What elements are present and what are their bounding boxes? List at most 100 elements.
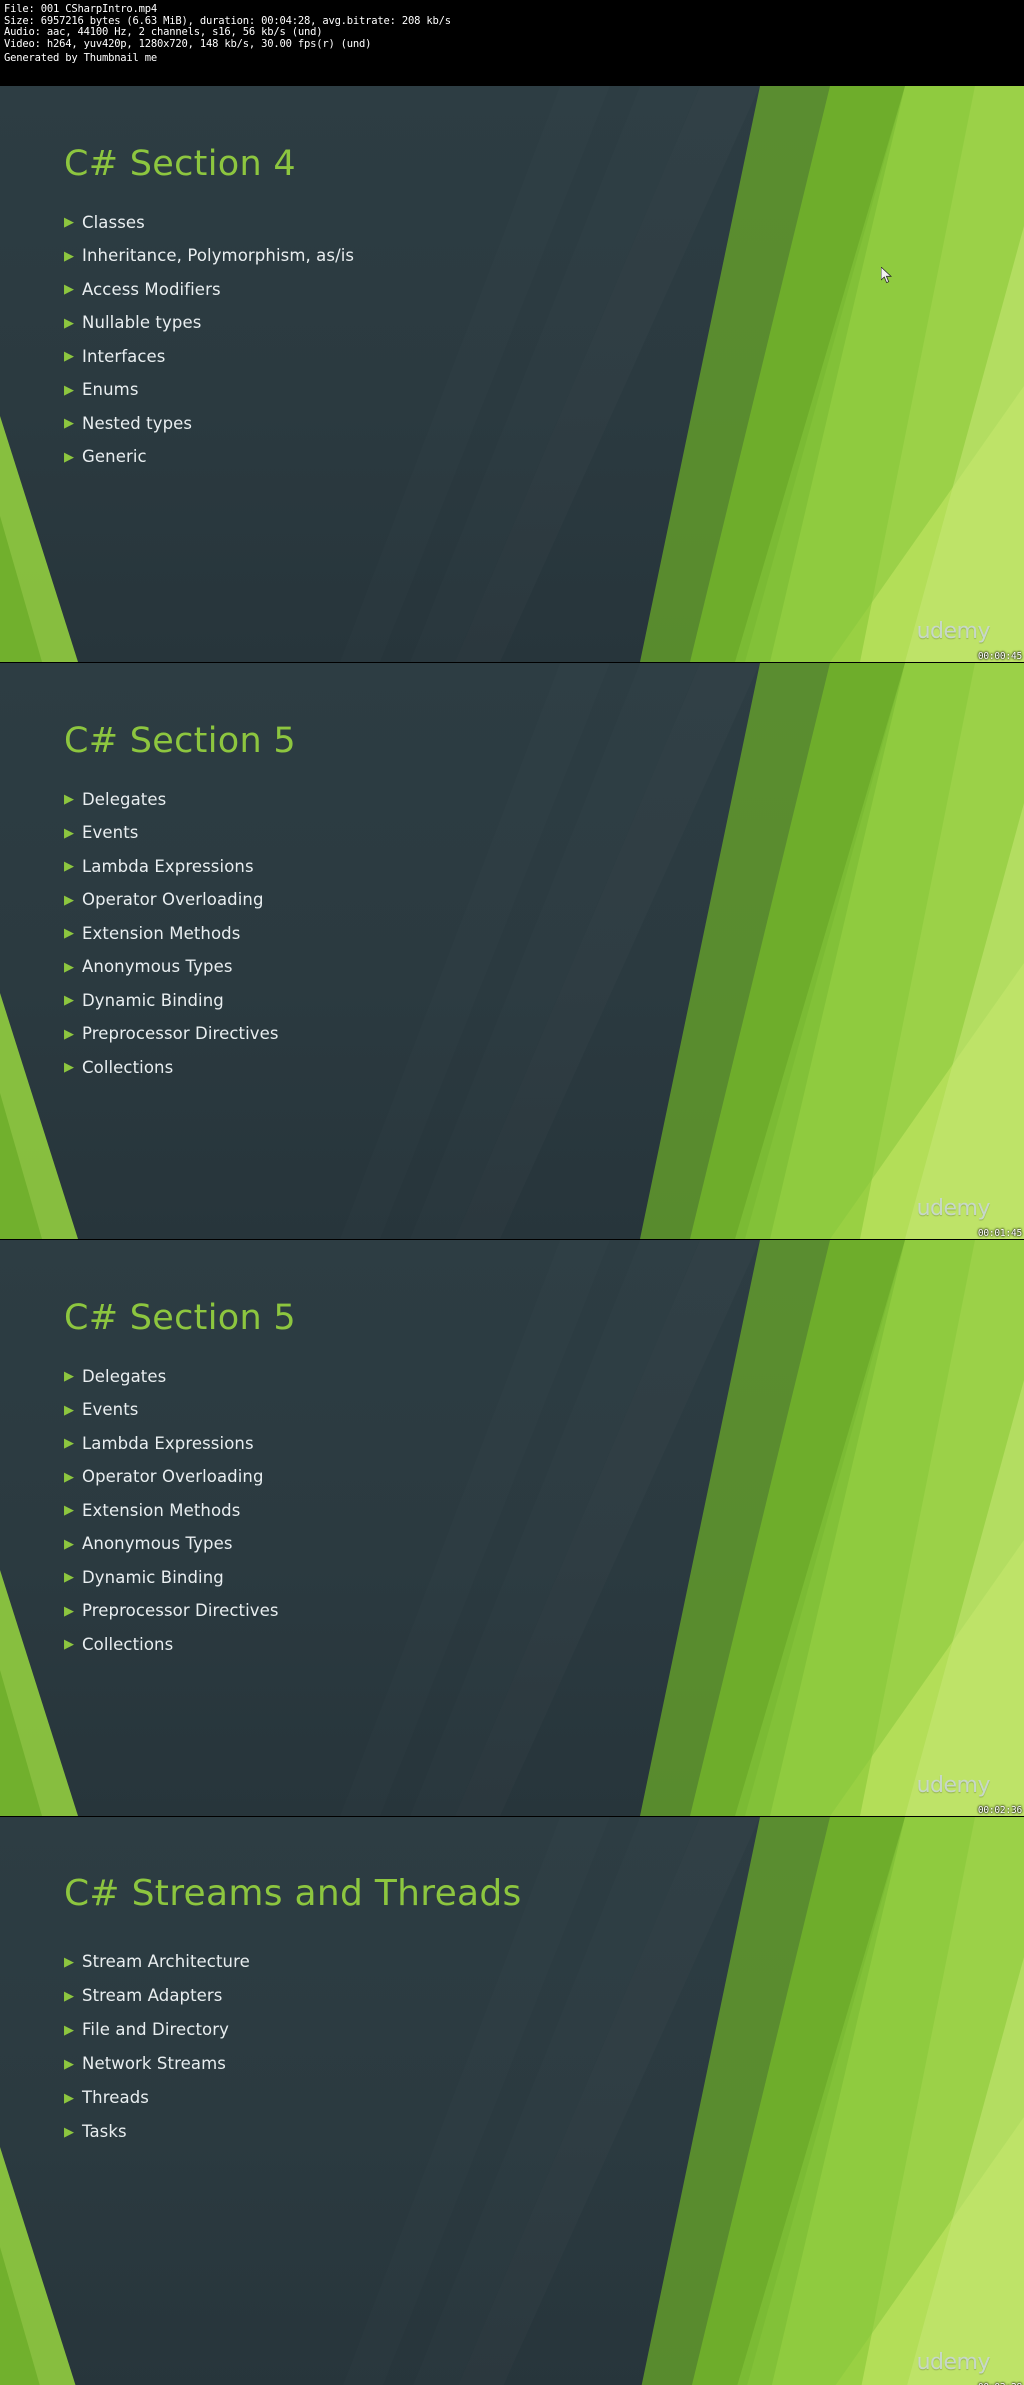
thumbnail-frame-4[interactable]: C# Streams and Threads ▶ Stream Architect…: [0, 1817, 1024, 2385]
bullet-item: ▶ Dynamic Binding: [64, 984, 744, 1018]
triangle-bullet-icon: ▶: [64, 315, 74, 331]
bullet-item: ▶ Preprocessor Directives: [64, 1595, 744, 1629]
bullet-label: Classes: [82, 212, 145, 232]
bullet-label: Collections: [82, 1057, 174, 1077]
bullet-item: ▶ Threads: [64, 2081, 744, 2115]
slide-title: C# Streams and Threads: [64, 1873, 522, 1914]
triangle-bullet-icon: ▶: [64, 1436, 74, 1452]
bullet-item: ▶ Anonymous Types: [64, 951, 744, 985]
bullet-label: Interfaces: [82, 346, 166, 366]
slide-bullet-list: ▶ Delegates ▶ Events ▶ Lambda Expressions ▶ Ope…: [64, 1360, 744, 1662]
bullet-item: ▶ Events: [64, 817, 744, 851]
triangle-bullet-icon: ▶: [64, 892, 74, 908]
bullet-item: ▶ Interfaces: [64, 340, 744, 374]
triangle-bullet-icon: ▶: [64, 1536, 74, 1552]
bullet-item: ▶ Nested types: [64, 407, 744, 441]
triangle-bullet-icon: ▶: [64, 215, 74, 231]
bullet-item: ▶ Operator Overloading: [64, 1461, 744, 1495]
frame-timestamp: 00:02:36: [977, 1805, 1022, 1816]
thumbnail-grid: C# Section 4 ▶ Classes ▶ Inheritance, Polym…: [0, 86, 1024, 2385]
bullet-label: Network Streams: [82, 2053, 226, 2073]
bullet-label: Access Modifiers: [82, 279, 221, 299]
triangle-bullet-icon: ▶: [64, 1603, 74, 1619]
bullet-label: Lambda Expressions: [82, 1433, 254, 1453]
triangle-bullet-icon: ▶: [64, 1369, 74, 1385]
triangle-bullet-icon: ▶: [64, 1988, 74, 2004]
triangle-bullet-icon: ▶: [64, 1060, 74, 1076]
bullet-item: ▶ Nullable types: [64, 307, 744, 341]
bullet-item: ▶ Delegates: [64, 1360, 744, 1394]
slide-bullet-list: ▶ Delegates ▶ Events ▶ Lambda Expressions ▶ Ope…: [64, 783, 744, 1085]
frame-timestamp: 00:01:45: [977, 1228, 1022, 1239]
triangle-bullet-icon: ▶: [64, 2022, 74, 2038]
triangle-bullet-icon: ▶: [64, 349, 74, 365]
slide-bullet-list: ▶ Classes ▶ Inheritance, Polymorphism, as/i…: [64, 206, 744, 474]
bullet-item: ▶ Access Modifiers: [64, 273, 744, 307]
thumbnail-frame-1[interactable]: C# Section 4 ▶ Classes ▶ Inheritance, Polym…: [0, 86, 1024, 662]
bullet-item: ▶ Extension Methods: [64, 917, 744, 951]
udemy-watermark: udemy: [916, 619, 991, 644]
triangle-bullet-icon: ▶: [64, 1570, 74, 1586]
udemy-watermark: udemy: [916, 1196, 991, 1221]
slide-title: C# Section 5: [64, 1298, 296, 1338]
bullet-label: Events: [82, 1400, 139, 1419]
bullet-item: ▶ Anonymous Types: [64, 1528, 744, 1562]
bullet-label: Generic: [82, 447, 147, 466]
frame-timestamp: 00:00:45: [977, 651, 1022, 662]
bullet-label: File and Directory: [82, 2019, 229, 2039]
triangle-bullet-icon: ▶: [64, 1402, 74, 1418]
bullet-label: Anonymous Types: [82, 957, 233, 976]
thumbnail-frame-2[interactable]: C# Section 5 ▶ Delegates ▶ Events ▶ Lambda Ex…: [0, 663, 1024, 1239]
bullet-item: ▶ Stream Architecture: [64, 1945, 744, 1979]
bullet-label: Stream Adapters: [82, 1985, 223, 2005]
info-line-file: File: 001 CSharpIntro.mp4: [4, 3, 158, 15]
media-info-header: File: 001 CSharpIntro.mp4 Size: 6957216 …: [0, 0, 1024, 86]
udemy-watermark: udemy: [916, 1773, 991, 1798]
bullet-item: ▶ Extension Methods: [64, 1494, 744, 1528]
bullet-item: ▶ Classes: [64, 206, 744, 240]
bullet-label: Delegates: [82, 1366, 167, 1386]
bullet-item: ▶ Operator Overloading: [64, 884, 744, 918]
triangle-bullet-icon: ▶: [64, 1469, 74, 1485]
bullet-item: ▶ Tasks: [64, 2115, 744, 2149]
bullet-label: Preprocessor Directives: [82, 1024, 279, 1043]
triangle-bullet-icon: ▶: [64, 449, 74, 465]
bullet-item: ▶ Stream Adapters: [64, 1979, 744, 2013]
triangle-bullet-icon: ▶: [64, 248, 74, 264]
slide-bullet-list: ▶ Stream Architecture ▶ Stream Adapters ▶ Fil…: [64, 1945, 744, 2149]
bullet-label: Dynamic Binding: [82, 990, 224, 1010]
triangle-bullet-icon: ▶: [64, 416, 74, 432]
triangle-bullet-icon: ▶: [64, 859, 74, 875]
triangle-bullet-icon: ▶: [64, 959, 74, 975]
bullet-item: ▶ Generic: [64, 441, 744, 475]
bullet-label: Stream Architecture: [82, 1951, 250, 1971]
bullet-label: Enums: [82, 380, 139, 399]
bullet-item: ▶ Enums: [64, 374, 744, 408]
bullet-label: Extension Methods: [82, 1500, 241, 1520]
bullet-label: Dynamic Binding: [82, 1567, 224, 1587]
triangle-bullet-icon: ▶: [64, 2090, 74, 2106]
bullet-label: Events: [82, 823, 139, 842]
bullet-label: Delegates: [82, 789, 167, 809]
bullet-label: Lambda Expressions: [82, 856, 254, 876]
triangle-bullet-icon: ▶: [64, 2056, 74, 2072]
bullet-item: ▶ Collections: [64, 1628, 744, 1662]
bullet-label: Anonymous Types: [82, 1534, 233, 1553]
bullet-label: Preprocessor Directives: [82, 1601, 279, 1620]
bullet-item: ▶ Lambda Expressions: [64, 1427, 744, 1461]
bullet-item: ▶ Events: [64, 1394, 744, 1428]
bullet-label: Threads: [82, 2087, 149, 2107]
triangle-bullet-icon: ▶: [64, 1026, 74, 1042]
bullet-item: ▶ Lambda Expressions: [64, 850, 744, 884]
triangle-bullet-icon: ▶: [64, 1954, 74, 1970]
bullet-label: Nullable types: [82, 313, 202, 332]
thumbnail-frame-3[interactable]: C# Section 5 ▶ Delegates ▶ Events ▶ Lambda Ex…: [0, 1240, 1024, 1816]
bullet-item: ▶ Inheritance, Polymorphism, as/is: [64, 240, 744, 274]
bullet-item: ▶ Preprocessor Directives: [64, 1018, 744, 1052]
bullet-label: Collections: [82, 1634, 174, 1654]
bullet-label: Tasks: [82, 2121, 127, 2141]
triangle-bullet-icon: ▶: [64, 1503, 74, 1519]
bullet-item: ▶ Delegates: [64, 783, 744, 817]
bullet-item: ▶ File and Directory: [64, 2013, 744, 2047]
triangle-bullet-icon: ▶: [64, 993, 74, 1009]
